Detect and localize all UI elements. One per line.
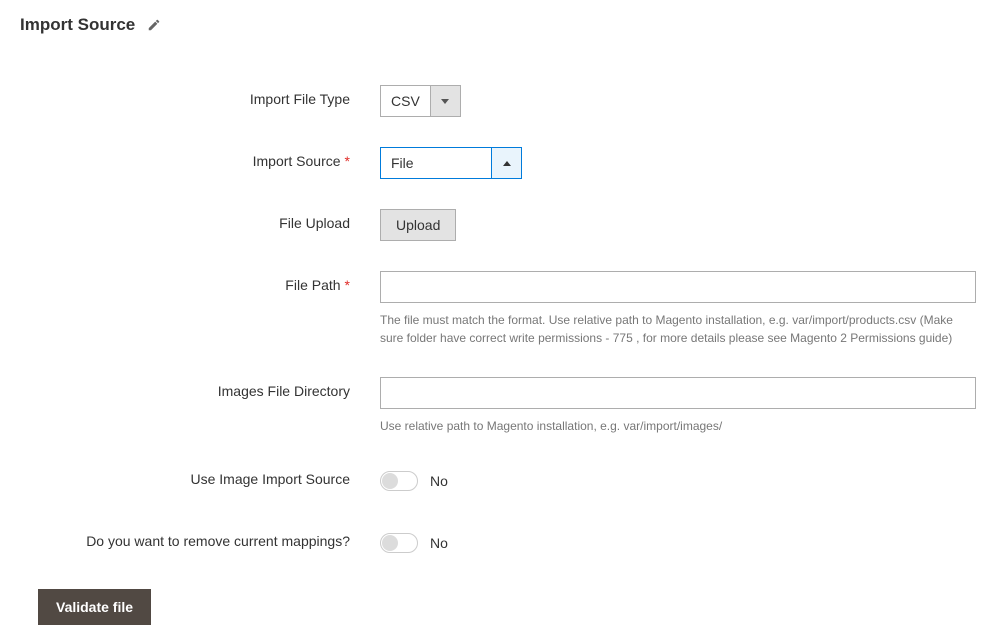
import-file-type-select[interactable]: CSV	[380, 85, 461, 117]
label-file-upload: File Upload	[20, 209, 380, 231]
chevron-up-icon	[503, 161, 511, 166]
field-import-source: Import Source* File	[20, 147, 976, 179]
control-images-file-directory: Use relative path to Magento installatio…	[380, 377, 976, 435]
label-import-file-type: Import File Type	[20, 85, 380, 107]
file-path-input[interactable]	[380, 271, 976, 303]
validate-file-button[interactable]: Validate file	[38, 589, 151, 625]
label-text: Import Source	[253, 153, 341, 169]
field-file-upload: File Upload Upload	[20, 209, 976, 241]
control-file-upload: Upload	[380, 209, 976, 241]
control-import-file-type: CSV	[380, 85, 976, 117]
import-source-select[interactable]: File	[380, 147, 522, 179]
file-path-help: The file must match the format. Use rela…	[380, 311, 976, 347]
upload-button[interactable]: Upload	[380, 209, 456, 241]
control-file-path: The file must match the format. Use rela…	[380, 271, 976, 347]
toggle-knob	[382, 473, 398, 489]
control-import-source: File	[380, 147, 976, 179]
label-text: Import File Type	[250, 91, 350, 107]
label-use-image-import-source: Use Image Import Source	[20, 465, 380, 487]
edit-icon[interactable]	[147, 18, 161, 32]
label-images-file-directory: Images File Directory	[20, 377, 380, 399]
form-actions: Validate file	[20, 589, 976, 625]
label-text: File Upload	[279, 215, 350, 231]
select-arrow-button[interactable]	[491, 148, 521, 178]
images-file-directory-input[interactable]	[380, 377, 976, 409]
control-use-image-import-source: No	[380, 465, 976, 497]
label-text: Images File Directory	[218, 383, 350, 399]
label-import-source: Import Source*	[20, 147, 380, 169]
label-text: Do you want to remove current mappings?	[86, 533, 350, 549]
label-text: File Path	[285, 277, 340, 293]
section-header: Import Source	[20, 10, 976, 35]
field-file-path: File Path * The file must match the forma…	[20, 271, 976, 347]
use-image-import-source-toggle[interactable]	[380, 471, 418, 491]
label-remove-mappings: Do you want to remove current mappings?	[20, 527, 380, 549]
required-indicator: *	[345, 153, 350, 169]
field-remove-mappings: Do you want to remove current mappings? …	[20, 527, 976, 559]
label-text: Use Image Import Source	[190, 471, 350, 487]
select-value: CSV	[381, 86, 430, 116]
select-value: File	[381, 148, 491, 178]
import-source-form: Import File Type CSV Import Source* File	[20, 85, 976, 625]
toggle-knob	[382, 535, 398, 551]
required-indicator: *	[345, 277, 350, 293]
remove-mappings-toggle[interactable]	[380, 533, 418, 553]
field-images-file-directory: Images File Directory Use relative path …	[20, 377, 976, 435]
toggle-state-label: No	[430, 473, 448, 489]
section-title: Import Source	[20, 15, 135, 35]
toggle-state-label: No	[430, 535, 448, 551]
images-file-directory-help: Use relative path to Magento installatio…	[380, 417, 976, 435]
field-use-image-import-source: Use Image Import Source No	[20, 465, 976, 497]
label-file-path: File Path *	[20, 271, 380, 293]
control-remove-mappings: No	[380, 527, 976, 559]
field-import-file-type: Import File Type CSV	[20, 85, 976, 117]
chevron-down-icon	[441, 99, 449, 104]
select-arrow-button[interactable]	[430, 86, 460, 116]
